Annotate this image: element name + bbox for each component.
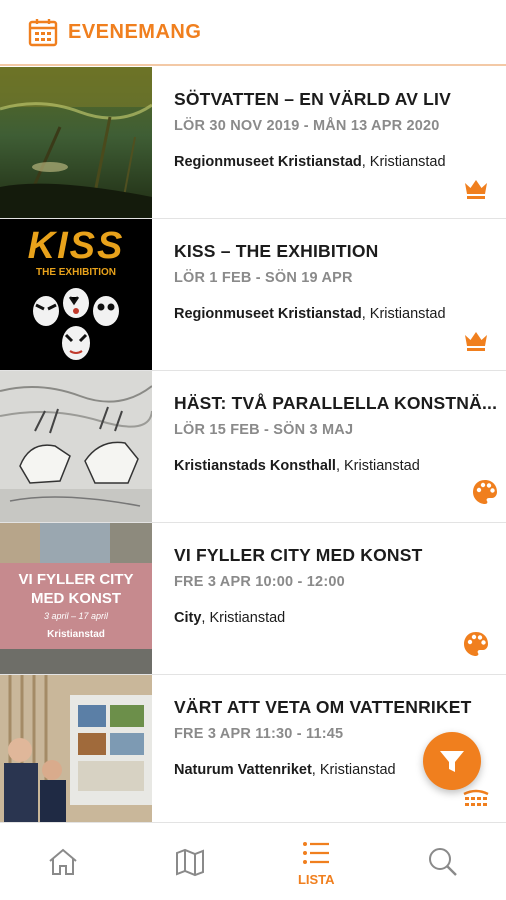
tab-search[interactable] [380, 823, 506, 900]
event-title: HÄST: TVÅ PARALLELLA KONSTNÄ... [174, 393, 498, 413]
event-title: VÄRT ATT VETA OM VATTENRIKET [174, 697, 472, 717]
event-venue: Kristianstads Konsthall [174, 458, 336, 474]
app-header: EVENEMANG [0, 0, 506, 66]
calendar-icon [28, 19, 58, 47]
thumb-brand: Kristianstad [47, 629, 105, 640]
event-list-item[interactable]: HÄST: TVÅ PARALLELLA KONSTNÄ... LÖR 15 F… [0, 371, 506, 523]
palette-icon [473, 480, 498, 504]
home-icon [49, 848, 77, 875]
event-thumbnail [0, 675, 152, 826]
tab-home[interactable] [0, 823, 127, 900]
event-thumbnail: VI FYLLER CITY MED KONST 3 april – 17 ap… [0, 523, 152, 674]
event-location: Regionmuseet Kristianstad, Kristianstad [174, 154, 488, 170]
event-location: Kristianstads Konsthall, Kristianstad [174, 458, 497, 474]
map-icon [175, 848, 204, 876]
event-venue: Regionmuseet Kristianstad [174, 306, 362, 322]
search-icon [428, 847, 457, 876]
event-list-item[interactable]: SÖTVATTEN – EN VÄRLD AV LIV LÖR 30 NOV 2… [0, 67, 506, 219]
palette-icon [464, 632, 488, 656]
list-icon [303, 842, 330, 864]
page-title: EVENEMANG [68, 20, 202, 43]
thumb-logo-text: KISS [27, 225, 125, 267]
crown-icon [465, 180, 487, 199]
thumb-line2: MED KONST [31, 590, 121, 607]
event-venue: City [174, 610, 202, 626]
event-location: Regionmuseet Kristianstad, Kristianstad [174, 306, 488, 322]
event-date: LÖR 1 FEB - SÖN 19 APR [174, 270, 353, 286]
bottom-tab-bar: LISTA [0, 822, 506, 900]
event-thumbnail: KISS THE EXHIBITION [0, 219, 152, 370]
event-list-item[interactable]: KISS THE EXHIBITION KISS – THE EXHIBITIO… [0, 219, 506, 371]
event-title: SÖTVATTEN – EN VÄRLD AV LIV [174, 89, 451, 109]
event-title: KISS – THE EXHIBITION [174, 241, 379, 261]
event-city: , Kristianstad [335, 458, 420, 474]
event-city: , Kristianstad [361, 154, 446, 170]
event-city: , Kristianstad [201, 610, 286, 626]
event-location: City, Kristianstad [174, 610, 488, 626]
thumb-sub-text: THE EXHIBITION [35, 267, 116, 278]
event-list: SÖTVATTEN – EN VÄRLD AV LIV LÖR 30 NOV 2… [0, 67, 506, 827]
thumb-line3: 3 april – 17 april [43, 611, 109, 621]
event-list-item[interactable]: VI FYLLER CITY MED KONST 3 april – 17 ap… [0, 523, 506, 675]
event-city: , Kristianstad [361, 306, 446, 322]
event-date: LÖR 15 FEB - SÖN 3 MAJ [174, 422, 354, 438]
tab-lista[interactable]: LISTA [253, 823, 380, 900]
event-thumbnail [0, 67, 152, 218]
filter-icon [440, 751, 464, 772]
event-date: LÖR 30 NOV 2019 - MÅN 13 APR 2020 [174, 118, 440, 134]
tab-map[interactable] [127, 823, 254, 900]
event-venue: Regionmuseet Kristianstad [174, 154, 362, 170]
filter-button[interactable] [423, 732, 481, 790]
event-venue: Naturum Vattenriket [174, 762, 312, 778]
tab-label: LISTA [297, 872, 335, 887]
thumb-line1: VI FYLLER CITY [18, 571, 134, 588]
event-thumbnail [0, 371, 152, 522]
event-city: , Kristianstad [311, 762, 396, 778]
event-date: FRE 3 APR 10:00 - 12:00 [174, 574, 345, 590]
event-title: VI FYLLER CITY MED KONST [174, 545, 423, 565]
crown-icon [465, 332, 487, 351]
